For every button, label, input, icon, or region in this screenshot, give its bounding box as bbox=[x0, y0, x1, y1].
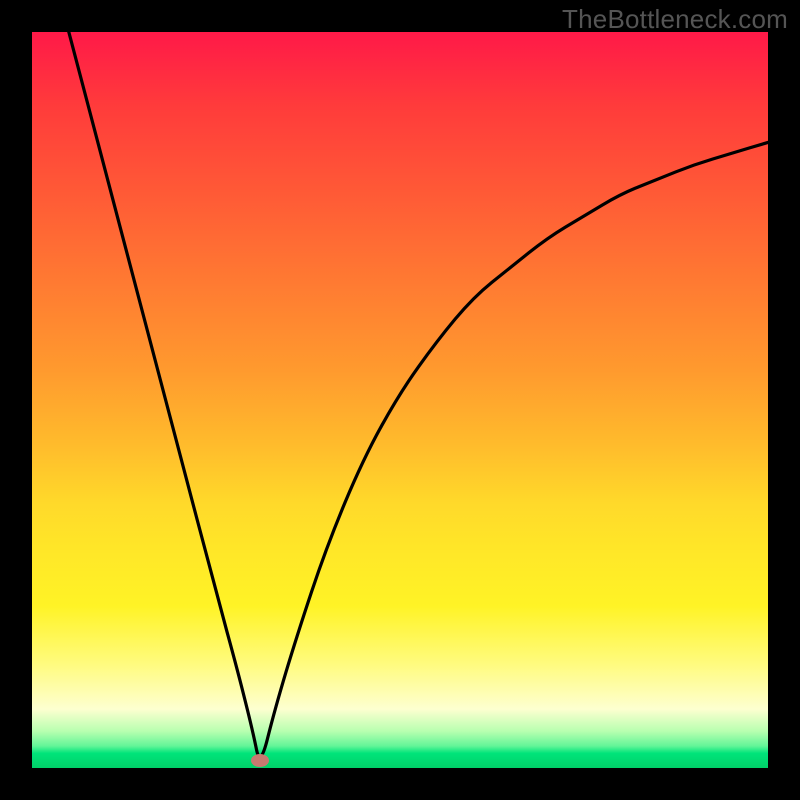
curve-svg bbox=[32, 32, 768, 768]
minimum-marker bbox=[251, 754, 269, 767]
bottleneck-curve-path bbox=[69, 32, 768, 757]
watermark-text: TheBottleneck.com bbox=[562, 4, 788, 35]
chart-frame: TheBottleneck.com bbox=[0, 0, 800, 800]
plot-area bbox=[32, 32, 768, 768]
